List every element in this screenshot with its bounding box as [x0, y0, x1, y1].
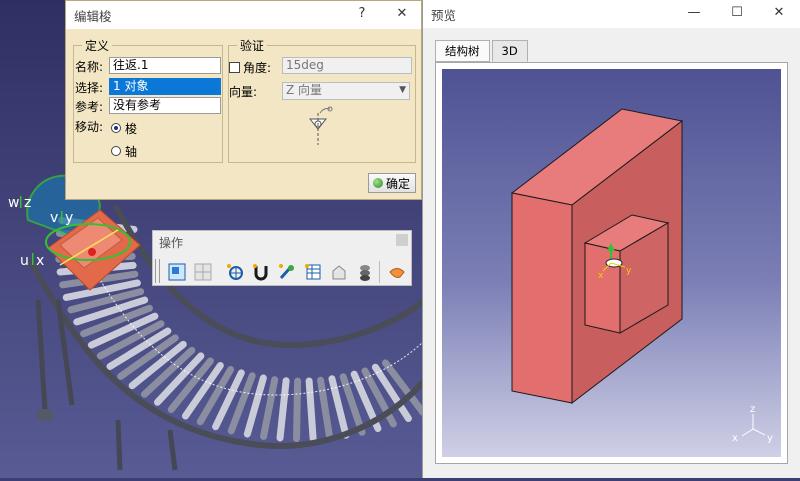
preview-title: 预览: [431, 7, 457, 23]
axis-label-z: z: [24, 195, 31, 211]
mini-axis-x: x: [598, 271, 604, 281]
axis-label-v: v: [50, 210, 58, 226]
reference-field[interactable]: 没有参考: [109, 97, 221, 114]
chevron-down-icon: ▼: [399, 85, 406, 95]
manipulate-icon[interactable]: [277, 262, 297, 282]
dialog-title: 编辑梭: [74, 8, 112, 24]
minimize-button[interactable]: —: [685, 4, 703, 22]
toolbar-close-button[interactable]: [396, 234, 408, 246]
grid-icon[interactable]: [193, 262, 213, 282]
definition-legend: 定义: [85, 39, 110, 53]
tab-tree[interactable]: 结构树: [435, 40, 490, 62]
ok-button[interactable]: 确定: [368, 173, 416, 193]
mini-axis-y: y: [626, 266, 632, 276]
tab-3d[interactable]: 3D: [491, 40, 528, 62]
axis-label-x-viewport: x: [36, 253, 44, 269]
stack-icon[interactable]: [355, 262, 375, 282]
select-label: 选择:: [75, 81, 104, 95]
axis-label-u: u: [20, 253, 29, 269]
conveyor-roller: [293, 377, 302, 443]
radio-shuttle[interactable]: [111, 123, 121, 133]
vector-select-value: Z 向量: [286, 83, 323, 97]
toolbar-title: 操作: [159, 236, 184, 250]
snap-magnet-icon[interactable]: [251, 262, 271, 282]
box-front: [584, 242, 621, 334]
toolbar-grip[interactable]: [155, 259, 160, 283]
toolbar-separator: [379, 261, 380, 283]
edit-shuttle-dialog: 编辑梭 ? ✕ 定义 名称: 往返.1 选择: 1 对象 参考: 没有参考 移动…: [65, 0, 422, 200]
conveyor-roller: [305, 377, 317, 442]
view-fit-icon[interactable]: [167, 262, 187, 282]
radio-axis-label: 轴: [125, 145, 138, 159]
table-icon[interactable]: [303, 262, 323, 282]
preview-tabs: 结构树 3D: [435, 40, 530, 63]
axis-label-y-viewport: y: [65, 210, 73, 226]
validation-legend: 验证: [240, 39, 265, 53]
ok-label: 确定: [386, 176, 411, 191]
axis-label-z-preview: z: [750, 404, 755, 415]
preview-scene: x y z x y: [510, 108, 773, 444]
vector-direction-icon: [308, 106, 333, 145]
name-label: 名称:: [75, 60, 104, 74]
reset-icon[interactable]: [329, 262, 349, 282]
slab-front: [511, 192, 573, 404]
vector-select[interactable]: Z 向量 ▼: [282, 82, 410, 100]
radio-shuttle-label: 梭: [125, 122, 138, 136]
preview-panel: x y z x y: [435, 62, 788, 464]
vector-label: 向量:: [229, 85, 258, 99]
name-field[interactable]: 往返.1: [109, 57, 221, 74]
close-button[interactable]: ✕: [393, 5, 411, 23]
move-compass-icon[interactable]: [225, 262, 245, 282]
hand-icon[interactable]: [387, 262, 407, 282]
axis-label-w: w: [8, 195, 19, 211]
maximize-button[interactable]: ☐: [728, 4, 746, 22]
help-button[interactable]: ?: [353, 5, 371, 23]
angle-field[interactable]: 15deg: [282, 57, 412, 74]
angle-label: 角度:: [243, 61, 272, 75]
preview-close-button[interactable]: ✕: [770, 4, 788, 22]
axis-label-x-preview: x: [732, 433, 738, 444]
radio-axis[interactable]: [111, 146, 121, 156]
angle-checkbox[interactable]: [229, 62, 240, 73]
axis-label-y-preview: y: [767, 433, 773, 444]
reference-label: 参考:: [75, 100, 104, 114]
operations-toolbar: 操作: [152, 230, 412, 286]
ok-icon: [373, 178, 383, 188]
preview-window: 预览 — ☐ ✕ 结构树 3D x y z x y: [422, 0, 800, 478]
dialog-titlebar[interactable]: 编辑梭 ? ✕: [66, 1, 421, 29]
preview-3d-view[interactable]: x y z x y: [442, 69, 781, 457]
select-field[interactable]: 1 对象: [109, 78, 221, 95]
preview-titlebar[interactable]: 预览 — ☐ ✕: [423, 0, 800, 28]
move-label: 移动:: [75, 120, 104, 134]
